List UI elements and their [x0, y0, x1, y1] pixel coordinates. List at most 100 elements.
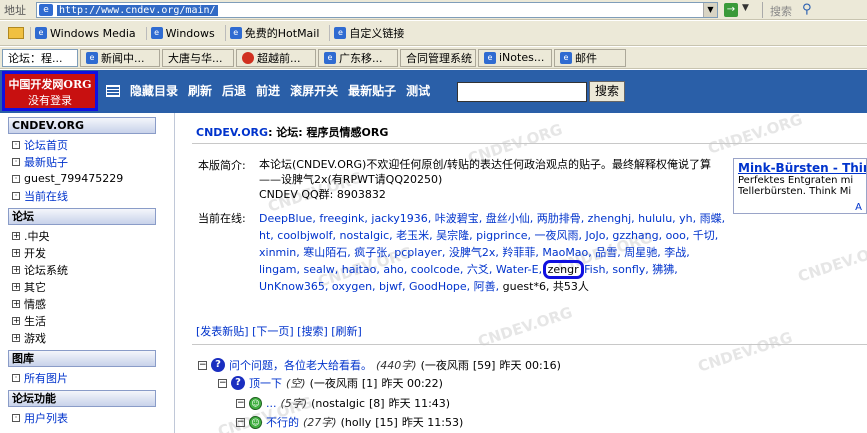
link-label: Windows Media — [50, 26, 136, 40]
question-icon: ? — [211, 358, 225, 372]
nav-test[interactable]: 测试 — [406, 82, 430, 99]
expand-icon[interactable]: + — [12, 299, 20, 308]
intro-label: 本版简介: — [198, 159, 246, 172]
expand-icon[interactable]: + — [12, 316, 20, 325]
thread-author: (nostalgic — [311, 396, 366, 410]
tab-bar: 论坛：程... e 新闻中... 大唐与华... 超越前... e 广东移... 合… — [0, 47, 867, 69]
thread-time: 昨天 11:53) — [401, 416, 464, 429]
tab-inotes[interactable]: e iNotes... — [478, 48, 552, 67]
nav-latest-posts[interactable]: 最新贴子 — [348, 82, 396, 99]
chevron-down-icon[interactable]: ▼ — [703, 3, 717, 17]
ie-icon: e — [324, 51, 336, 64]
sidebar-item-other[interactable]: + 其它 — [12, 278, 174, 295]
search-label[interactable]: 搜索 — [770, 3, 792, 19]
sidebar-item-dev[interactable]: + 开发 — [12, 244, 174, 261]
expand-icon[interactable]: + — [12, 282, 20, 291]
ad-box[interactable]: Mink-Bürsten - Thin Perfektes Entgraten … — [733, 158, 867, 214]
board-intro: 本论坛(CNDEV.ORG)不欢迎任何原创/转贴的表达任何政治观点的贴子。最终解… — [259, 157, 729, 202]
thread-row[interactable]: − ☺ ... (5字) (nostalgic [8] 昨天 11:43) — [236, 395, 450, 411]
sidebar: CNDEV.ORG · 论坛首页 · 最新贴子 · guest_799475229 ·… — [0, 113, 175, 433]
link-windows-media[interactable]: e Windows Media — [30, 26, 140, 40]
online-user-highlighted[interactable]: zengr — [542, 260, 584, 279]
tab-news[interactable]: e 新闻中... — [80, 48, 160, 67]
sidebar-section-gallery[interactable]: 图库 — [8, 350, 156, 367]
sidebar-item-all-images[interactable]: · 所有图片 — [12, 369, 174, 386]
intro-text: 本论坛(CNDEV.ORG)不欢迎任何原创/转贴的表达任何政治观点的贴子。最终解… — [259, 158, 712, 186]
link-windows[interactable]: e Windows — [145, 26, 219, 40]
bullet-icon: · — [12, 157, 20, 166]
sidebar-item-central[interactable]: + .中央 — [12, 227, 174, 244]
tab-mail[interactable]: e 邮件 — [554, 48, 626, 67]
go-icon[interactable]: → — [724, 3, 738, 17]
expand-icon[interactable]: + — [12, 333, 20, 342]
tab-forum[interactable]: 论坛：程... — [2, 48, 78, 67]
list-icon[interactable] — [106, 84, 120, 97]
collapse-icon[interactable]: − — [218, 378, 227, 388]
thread-row[interactable]: − ? 顶一下 (空) (一夜风雨 [1] 昨天 00:22) — [218, 375, 443, 391]
address-label: 地址 — [4, 3, 26, 17]
thread-replies: [1] — [361, 376, 378, 390]
tab-guangdong[interactable]: e 广东移... — [318, 48, 398, 67]
ie-icon: e — [150, 27, 163, 39]
sidebar-item-games[interactable]: + 游戏 — [12, 329, 174, 346]
nav-forward[interactable]: 前进 — [256, 82, 280, 99]
ad-footer[interactable]: A — [855, 202, 862, 213]
sidebar-section-cndev[interactable]: CNDEV.ORG — [8, 117, 156, 134]
ad-title[interactable]: Mink-Bürsten - Thin — [738, 161, 866, 175]
sidebar-item-online[interactable]: · 当前在线 — [12, 187, 174, 204]
collapse-icon[interactable]: − — [236, 417, 245, 427]
thread-size: (440字) — [376, 359, 417, 372]
ad-text: Tellerbürsten. Think Mi — [738, 186, 852, 197]
url-text[interactable]: http://www.cndev.org/main/ — [57, 4, 218, 16]
nav-hide-menu[interactable]: 隐藏目录 — [130, 82, 178, 99]
tab-datang[interactable]: 大唐与华... — [162, 48, 234, 67]
thread-size: (5字) — [280, 397, 308, 410]
action-links[interactable]: [发表新贴] [下一页] [搜索] [刷新] — [196, 323, 362, 339]
sidebar-item-guest: · guest_799475229 — [12, 170, 174, 187]
tab-label: 大唐与华... — [168, 51, 223, 65]
nav-refresh[interactable]: 刷新 — [188, 82, 212, 99]
tab-chaoyue[interactable]: 超越前... — [236, 48, 316, 67]
thread-row[interactable]: − ? 问个问题，各位老大给看看。 (440字) (一夜风雨 [59] 昨天 0… — [198, 357, 561, 373]
search-icon[interactable]: ⚲ — [802, 2, 818, 18]
folder-icon[interactable] — [8, 27, 24, 39]
expand-icon[interactable]: + — [12, 248, 20, 257]
url-field[interactable]: e http://www.cndev.org/main/ ▼ — [36, 2, 718, 18]
site-logo[interactable]: 中国开发网ORG 没有登录 — [2, 71, 98, 111]
search-input[interactable] — [457, 82, 587, 102]
sidebar-item-user-list[interactable]: · 用户列表 — [12, 409, 174, 426]
link-label: 自定义链接 — [349, 27, 405, 40]
online-count: guest*6, 共53人 — [502, 280, 589, 293]
search-button[interactable]: 搜索 — [589, 81, 625, 102]
link-custom[interactable]: e 自定义链接 — [329, 25, 408, 41]
thread-row[interactable]: − ☺ 不行的 (27字) (holly [15] 昨天 11:53) — [236, 414, 463, 430]
thread-title[interactable]: 顶一下 — [249, 375, 282, 391]
sidebar-item-system[interactable]: + 论坛系统 — [12, 261, 174, 278]
collapse-icon[interactable]: − — [236, 398, 245, 408]
sidebar-item-latest[interactable]: · 最新贴子 — [12, 153, 174, 170]
sidebar-item-life[interactable]: + 生活 — [12, 312, 174, 329]
divider — [192, 143, 867, 144]
expand-icon[interactable]: + — [12, 231, 20, 240]
sidebar-section-functions[interactable]: 论坛功能 — [8, 390, 156, 407]
collapse-icon[interactable]: − — [198, 360, 207, 370]
tab-contract[interactable]: 合同管理系统 — [400, 48, 476, 67]
thread-title[interactable]: 不行的 — [266, 414, 299, 430]
tab-label: 邮件 — [575, 51, 597, 65]
thread-title[interactable]: ... — [266, 397, 277, 410]
expand-icon[interactable]: + — [12, 265, 20, 274]
ie-icon: e — [35, 27, 47, 39]
nav-scroll-toggle[interactable]: 滚屏开关 — [290, 82, 338, 99]
thread-time: 昨天 11:43) — [388, 397, 451, 410]
breadcrumb-home[interactable]: CNDEV.ORG — [196, 126, 268, 139]
thread-title[interactable]: 问个问题，各位老大给看看。 — [229, 357, 372, 373]
watermark: CNDEV.ORG — [795, 238, 867, 286]
link-hotmail[interactable]: e 免费的HotMail — [224, 25, 324, 41]
sidebar-section-forum[interactable]: 论坛 — [8, 208, 156, 225]
thread-replies: [8] — [369, 396, 385, 410]
chevron-down-icon[interactable]: ▼ — [742, 3, 749, 13]
divider — [192, 344, 867, 345]
sidebar-item-home[interactable]: · 论坛首页 — [12, 136, 174, 153]
nav-back[interactable]: 后退 — [222, 82, 246, 99]
sidebar-item-emotion[interactable]: + 情感 — [12, 295, 174, 312]
